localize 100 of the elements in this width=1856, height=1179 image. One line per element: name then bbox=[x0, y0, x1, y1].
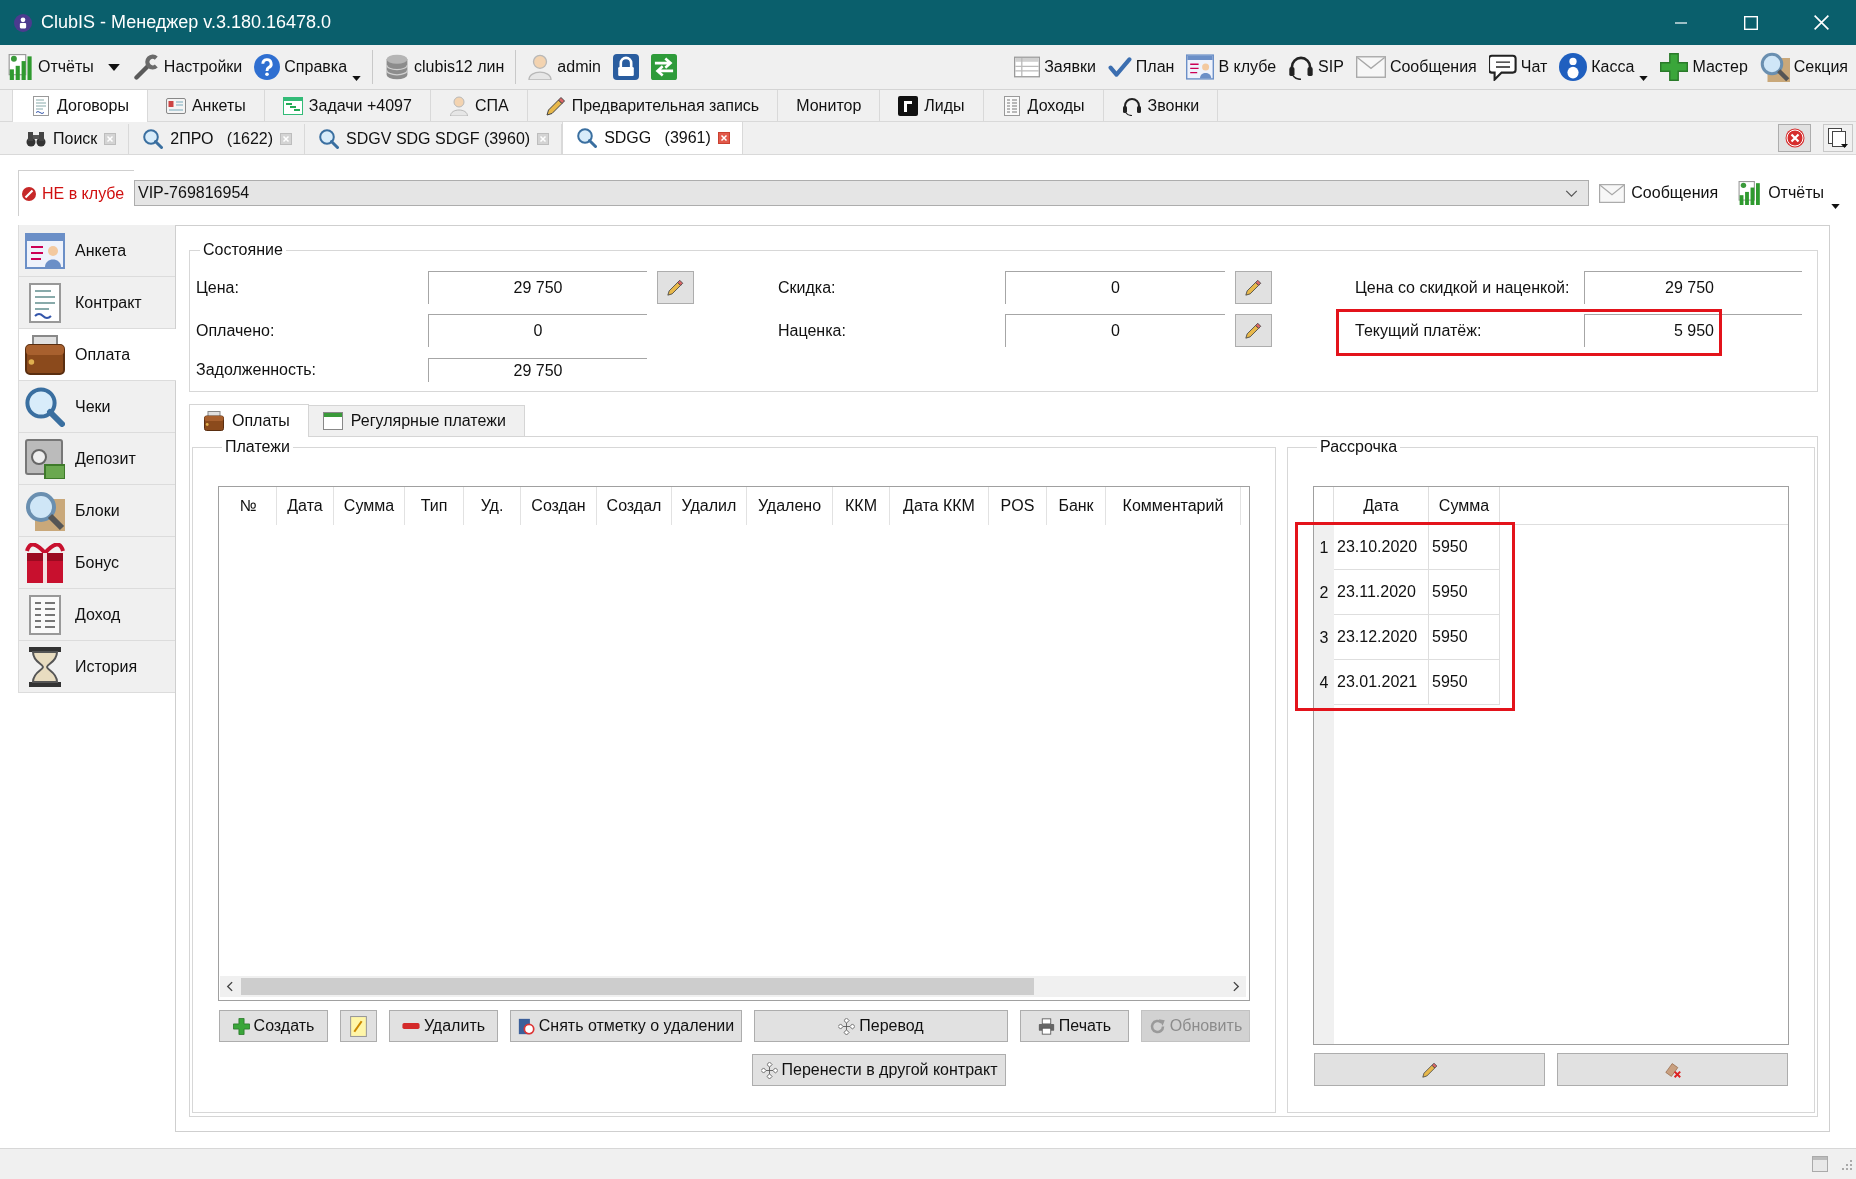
column-header[interactable]: № bbox=[220, 487, 277, 525]
toolbar-button[interactable]: Сообщения bbox=[1589, 173, 1729, 213]
square-icon bbox=[898, 95, 919, 116]
value-field[interactable]: 0 bbox=[1005, 314, 1225, 347]
column-header[interactable]: ККМ bbox=[833, 487, 890, 525]
group-title: Состояние bbox=[202, 241, 284, 259]
person-icon bbox=[448, 95, 469, 116]
window-menu-button[interactable] bbox=[1823, 124, 1853, 152]
detail-tab[interactable]: Регулярные платежи bbox=[308, 405, 525, 436]
toolbar-button[interactable]: В клубе bbox=[1180, 47, 1283, 87]
help-icon bbox=[254, 54, 281, 80]
create-button[interactable]: Создать bbox=[219, 1010, 328, 1042]
row-number: 4 bbox=[1318, 672, 1330, 693]
toolbar-button[interactable]: План bbox=[1101, 47, 1181, 87]
column-header[interactable]: Создан bbox=[521, 487, 597, 525]
column-header[interactable]: POS bbox=[989, 487, 1047, 525]
wrench-icon bbox=[133, 54, 160, 80]
chevron-right-icon bbox=[1233, 981, 1240, 992]
column-header[interactable]: Тип bbox=[405, 487, 464, 525]
refresh-icon bbox=[1148, 1017, 1166, 1035]
check-icon bbox=[1107, 57, 1132, 77]
edit-button[interactable] bbox=[1235, 271, 1272, 304]
column-header[interactable]: Сумма bbox=[1429, 487, 1500, 524]
chart-icon bbox=[1738, 181, 1763, 205]
sidebar-item[interactable]: Блоки bbox=[18, 485, 175, 537]
toolbar-button[interactable]: clubis12 лин bbox=[378, 47, 511, 87]
toolbar-button[interactable]: Сообщения bbox=[1349, 47, 1483, 87]
column-header[interactable]: Сумма bbox=[334, 487, 405, 525]
toolbar-button[interactable]: Справка bbox=[248, 47, 368, 87]
field-label: Цена со скидкой и наценкой: bbox=[1355, 278, 1571, 297]
toolbar-button[interactable]: Секция bbox=[1753, 47, 1854, 87]
sidebar-item[interactable]: История bbox=[18, 641, 175, 693]
card-combobox[interactable]: VIP-769816954 bbox=[134, 180, 1590, 206]
plus-icon bbox=[232, 1017, 250, 1035]
sidebar-item[interactable]: Контракт bbox=[18, 277, 175, 329]
toolbar-button[interactable]: Отчёты bbox=[2, 47, 100, 87]
schedule-icon bbox=[282, 95, 303, 116]
minimize-icon bbox=[1674, 21, 1688, 24]
window-icon bbox=[1812, 1156, 1828, 1172]
restore-button[interactable]: Снять отметку о удалении bbox=[510, 1010, 742, 1042]
scrollbar-thumb[interactable] bbox=[241, 978, 1034, 995]
toolbar-button[interactable]: SIP bbox=[1282, 47, 1350, 87]
value-field[interactable]: 29 750 bbox=[428, 358, 647, 382]
print-button[interactable]: Печать bbox=[1020, 1010, 1129, 1042]
value-field[interactable]: 0 bbox=[1005, 271, 1225, 304]
column-header[interactable]: Удалил bbox=[672, 487, 747, 525]
transfer-button[interactable]: Перевод bbox=[754, 1010, 1008, 1042]
toolbar-button[interactable]: Заявки bbox=[1008, 47, 1102, 87]
table-cell: 5950 bbox=[1429, 525, 1500, 570]
sidebar-item[interactable]: Оплата bbox=[18, 329, 176, 381]
sidebar-item[interactable]: Анкета bbox=[18, 225, 175, 277]
edit-button[interactable] bbox=[657, 271, 694, 304]
group-title: Платежи bbox=[224, 438, 291, 456]
toolbar-button[interactable]: Мастер bbox=[1654, 47, 1754, 87]
printer-icon bbox=[1037, 1017, 1055, 1035]
column-header[interactable]: Уд. bbox=[464, 487, 521, 525]
sidebar-item[interactable]: Чеки bbox=[18, 381, 175, 433]
ledger-icon bbox=[1001, 95, 1022, 116]
sidebar-item[interactable]: Доход bbox=[18, 589, 175, 641]
column-header[interactable]: Дата bbox=[277, 487, 334, 525]
toolbar-button[interactable]: admin bbox=[521, 47, 607, 87]
value-field[interactable]: 0 bbox=[428, 314, 647, 347]
column-header[interactable]: Создал bbox=[597, 487, 672, 525]
toolbar-button[interactable]: Настройки bbox=[127, 47, 249, 87]
edit-button[interactable] bbox=[1235, 314, 1272, 347]
close-icon[interactable] bbox=[717, 132, 730, 144]
table-cell: 5950 bbox=[1429, 660, 1500, 705]
column-header[interactable]: Дата bbox=[1334, 487, 1429, 524]
eraser-icon bbox=[1664, 1061, 1681, 1078]
document-tab[interactable]: SDGG (3961) bbox=[562, 121, 743, 154]
column-header[interactable]: Дата ККМ bbox=[890, 487, 989, 525]
column-header[interactable]: Комментарий bbox=[1106, 487, 1241, 525]
column-header[interactable]: Банк bbox=[1047, 487, 1106, 525]
calendar-icon bbox=[322, 411, 343, 431]
value-field[interactable]: 5 950 bbox=[1584, 314, 1802, 347]
table-cell: 23.10.2020 bbox=[1334, 525, 1429, 570]
close-all-button[interactable] bbox=[1778, 124, 1811, 152]
detail-tab[interactable]: Оплаты bbox=[189, 404, 309, 437]
lock-icon bbox=[612, 54, 639, 80]
binoculars-icon bbox=[26, 131, 46, 147]
sidebar-item[interactable]: Депозит bbox=[18, 433, 175, 485]
delete-button[interactable]: Удалить bbox=[389, 1010, 498, 1042]
move-button[interactable]: Перенести в другой контракт bbox=[752, 1054, 1006, 1086]
value-field[interactable]: 29 750 bbox=[1584, 271, 1802, 304]
window-title: ClubIS - Менеджер v.3.180.16478.0 bbox=[41, 12, 332, 33]
field-label: Скидка: bbox=[778, 278, 837, 297]
note-button[interactable] bbox=[340, 1010, 377, 1042]
toolbar-button[interactable]: Чат bbox=[1482, 47, 1554, 87]
value-field[interactable]: 29 750 bbox=[428, 271, 647, 304]
headset-icon bbox=[1121, 95, 1142, 116]
field-label: Цена: bbox=[196, 278, 240, 297]
person-icon bbox=[527, 54, 554, 80]
close-icon bbox=[1784, 128, 1805, 148]
column-header[interactable]: Удалено bbox=[747, 487, 833, 525]
sidebar-item[interactable]: Бонус bbox=[18, 537, 175, 589]
toolbar-button[interactable]: Касса bbox=[1553, 47, 1655, 87]
toolbar-button[interactable]: Отчёты bbox=[1728, 173, 1850, 213]
horizontal-scrollbar[interactable] bbox=[220, 976, 1246, 997]
table-cell: 23.11.2020 bbox=[1334, 570, 1429, 615]
module-tab[interactable]: Договоры bbox=[12, 90, 148, 122]
